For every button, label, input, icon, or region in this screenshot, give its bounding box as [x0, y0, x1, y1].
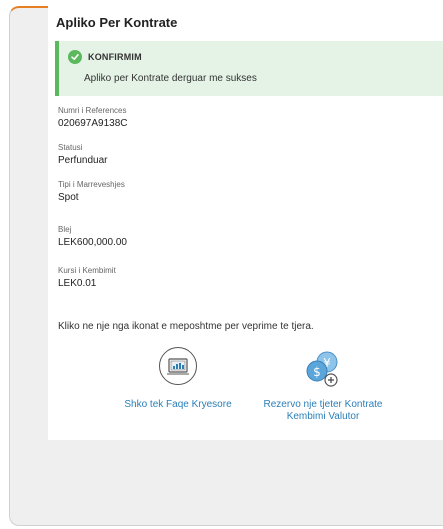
field-label: Blej: [58, 225, 72, 234]
field-value: Spot: [58, 192, 79, 203]
book-fx-label-line1[interactable]: Rezervo nje tjeter Kontrate: [233, 399, 413, 411]
field-value: Perfunduar: [58, 155, 108, 166]
dashboard-icon[interactable]: [159, 347, 197, 385]
field-value: LEK0.01: [58, 278, 97, 289]
svg-text:$: $: [313, 365, 321, 379]
alert-heading: KONFIRMIM: [88, 52, 142, 62]
field-label: Numri i References: [58, 106, 127, 115]
book-fx-contract-link[interactable]: Rezervo nje tjeter Kontrate Kembimi Valu…: [233, 399, 413, 423]
field-exchange-rate: Kursi i Kembimit LEK0.01: [58, 265, 116, 291]
alert-message: Apliko per Kontrate derguar me sukses: [84, 73, 257, 84]
check-circle-icon: [68, 50, 82, 64]
field-label: Statusi: [58, 143, 83, 152]
instruction-text: Kliko ne nje nga ikonat e meposhtme per …: [58, 321, 314, 332]
field-status: Statusi Perfunduar: [58, 142, 107, 168]
success-alert: KONFIRMIM Apliko per Kontrate derguar me…: [55, 41, 443, 96]
field-label: Tipi i Marreveshjes: [58, 180, 125, 189]
book-fx-label-line2[interactable]: Kembimi Valutor: [233, 411, 413, 423]
field-value: 020697A9138C: [58, 118, 128, 129]
field-label: Kursi i Kembimit: [58, 266, 116, 275]
page-title: Apliko Per Kontrate: [56, 15, 178, 30]
field-value: LEK600,000.00: [58, 237, 127, 248]
content-panel: Apliko Per Kontrate KONFIRMIM Apliko per…: [48, 6, 443, 440]
field-agreement-type: Tipi i Marreveshjes Spot: [58, 179, 125, 205]
field-reference: Numri i References 020697A9138C: [58, 105, 128, 131]
field-buy: Blej LEK600,000.00: [58, 224, 127, 250]
currency-exchange-icon[interactable]: ¥ $: [301, 347, 345, 391]
